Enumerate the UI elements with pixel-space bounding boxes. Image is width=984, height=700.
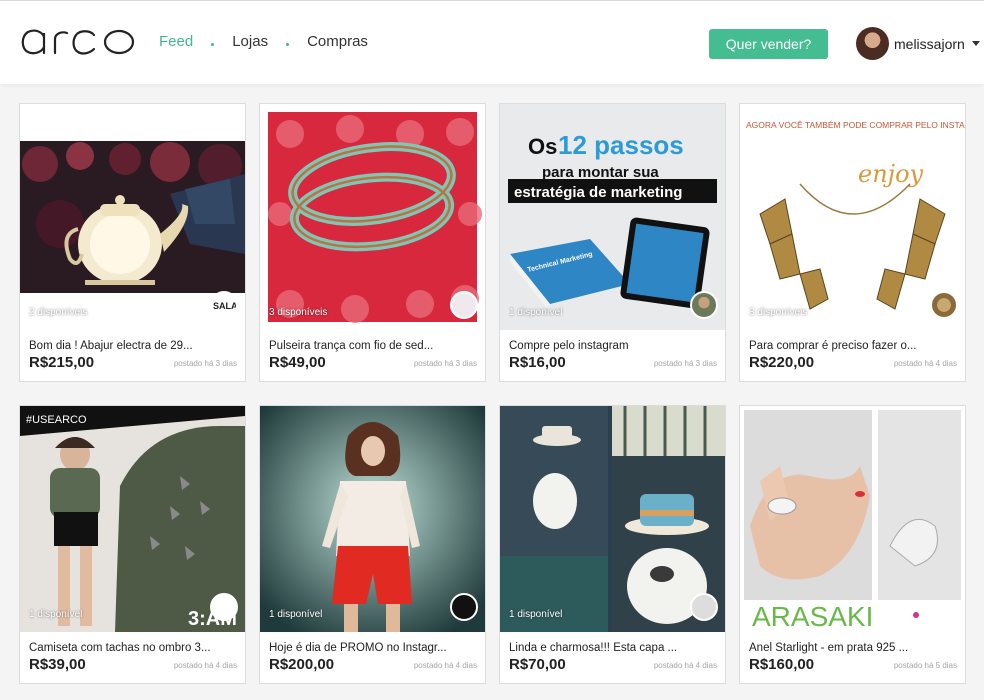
posted-date: postado há 3 dias — [653, 359, 717, 368]
product-image[interactable]: Os 12 passos para montar sua estratégia … — [500, 104, 725, 330]
product-card[interactable]: #USEARCO 3:AM 1 disponível Camiseta com … — [19, 405, 246, 684]
product-price: R$160,00 — [749, 656, 815, 673]
product-title[interactable]: Anel Starlight - em prata 925 ... — [749, 642, 959, 654]
image-headline-4: estratégia de marketing — [514, 184, 682, 201]
image-headline-3: para montar sua — [542, 164, 659, 181]
product-card[interactable]: 1 disponível Hoje é dia de PROMO no Inst… — [259, 405, 486, 684]
product-title[interactable]: Pulseira trança com fio de sed... — [269, 340, 479, 352]
nav-feed[interactable]: Feed — [159, 33, 193, 50]
arco-logo[interactable] — [18, 25, 136, 57]
product-image[interactable] — [260, 406, 485, 632]
seller-avatar[interactable] — [450, 291, 478, 319]
product-title[interactable]: Camiseta com tachas no ombro 3... — [29, 642, 239, 654]
availability-label: 1 disponível — [509, 307, 563, 318]
image-headline: AGORA VOCÊ TAMBÉM PODE COMPRAR PELO INST… — [746, 120, 965, 130]
product-price: R$200,00 — [269, 656, 335, 673]
nav-lojas[interactable]: Lojas — [232, 33, 268, 50]
posted-date: postado há 4 dias — [413, 661, 477, 670]
seller-avatar[interactable] — [210, 593, 238, 621]
product-card[interactable]: ARASAKI Anel Starlight - em prata 925 ..… — [739, 405, 966, 684]
product-price: R$39,00 — [29, 656, 86, 673]
product-title[interactable]: Para comprar é preciso fazer o... — [749, 340, 959, 352]
user-avatar[interactable] — [856, 27, 889, 60]
posted-date: postado há 4 dias — [893, 359, 957, 368]
posted-date: postado há 4 dias — [653, 661, 717, 670]
nav-separator — [286, 43, 290, 46]
availability-label: 1 disponível — [509, 609, 563, 620]
product-price: R$70,00 — [509, 656, 566, 673]
seller-avatar[interactable] — [690, 593, 718, 621]
product-price: R$49,00 — [269, 354, 326, 371]
product-card[interactable]: AGORA VOCÊ TAMBÉM PODE COMPRAR PELO INST… — [739, 103, 966, 382]
seller-avatar[interactable] — [450, 593, 478, 621]
product-price: R$16,00 — [509, 354, 566, 371]
availability-label: 3 disponíveis — [749, 307, 808, 318]
top-bar: Feed Lojas Compras Quer vender? melissaj… — [0, 0, 984, 84]
product-image[interactable]: #USEARCO 3:AM — [20, 406, 245, 632]
availability-label: 1 disponível — [269, 609, 323, 620]
image-headline-1: Os — [528, 134, 557, 159]
posted-date: postado há 5 dias — [893, 661, 957, 670]
posted-date: postado há 3 dias — [173, 359, 237, 368]
product-card[interactable]: 3 disponíveis Pulseira trança com fio de… — [259, 103, 486, 382]
image-headline-2: 12 passos — [558, 130, 684, 160]
product-card[interactable]: 2 disponíveis SALA Bom dia ! Abajur elec… — [19, 103, 246, 382]
product-title[interactable]: Linda e charmosa!!! Esta capa ... — [509, 642, 719, 654]
product-price: R$220,00 — [749, 354, 815, 371]
product-image[interactable]: AGORA VOCÊ TAMBÉM PODE COMPRAR PELO INST… — [740, 104, 965, 330]
product-image[interactable]: ARASAKI — [740, 406, 965, 632]
product-title[interactable]: Compre pelo instagram — [509, 340, 719, 352]
posted-date: postado há 3 dias — [413, 359, 477, 368]
product-card[interactable]: Os 12 passos para montar sua estratégia … — [499, 103, 726, 382]
user-menu[interactable]: melissajorn — [856, 27, 980, 60]
chevron-down-icon[interactable] — [971, 41, 980, 46]
nav-separator — [211, 43, 215, 46]
availability-label: 1 disponível — [29, 609, 83, 620]
product-title[interactable]: Hoje é dia de PROMO no Instagr... — [269, 642, 479, 654]
availability-label: 2 disponíveis — [29, 307, 88, 318]
availability-label: 3 disponíveis — [269, 307, 328, 318]
image-tag: #USEARCO — [26, 414, 87, 426]
seller-avatar[interactable] — [930, 291, 958, 319]
image-script: enjoy — [858, 160, 924, 188]
seller-badge-text: SALA — [213, 301, 236, 311]
nav-compras[interactable]: Compras — [307, 33, 368, 50]
product-title[interactable]: Bom dia ! Abajur electra de 29... — [29, 340, 239, 352]
username[interactable]: melissajorn — [894, 36, 965, 52]
image-brand: ARASAKI — [752, 601, 873, 632]
seller-avatar[interactable] — [690, 291, 718, 319]
product-price: R$215,00 — [29, 354, 95, 371]
posted-date: postado há 4 dias — [173, 661, 237, 670]
product-image[interactable] — [260, 104, 485, 330]
product-image[interactable] — [20, 104, 245, 330]
seller-avatar[interactable]: SALA — [210, 291, 238, 319]
quer-vender-button[interactable]: Quer vender? — [709, 29, 828, 59]
product-card[interactable]: 1 disponível Linda e charmosa!!! Esta ca… — [499, 405, 726, 684]
product-image[interactable] — [500, 406, 725, 632]
main-nav: Feed Lojas Compras — [159, 33, 368, 50]
